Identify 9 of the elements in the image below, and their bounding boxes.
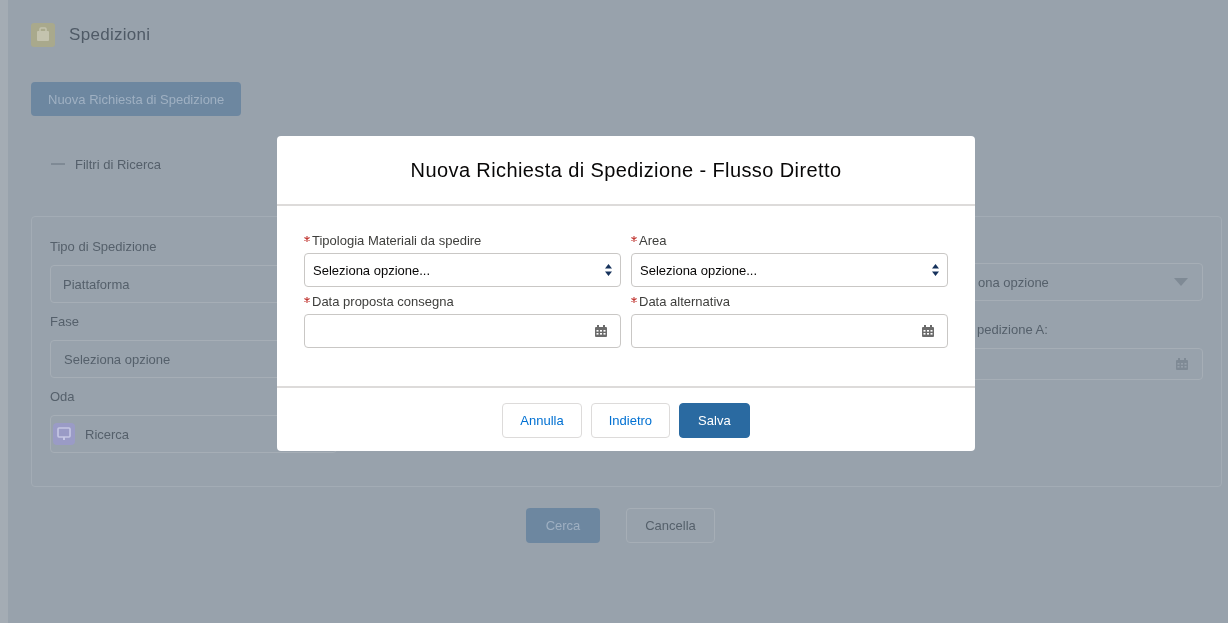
field-label: Tipologia Materiali da spedire <box>312 234 482 248</box>
field-label: pedizione A: <box>976 322 1049 338</box>
page-title: Spedizioni <box>69 25 151 45</box>
dialog-title: Nuova Richiesta di Spedizione - Flusso Diretto <box>410 158 842 182</box>
field-label: Fase <box>50 314 80 330</box>
field-label: Area <box>639 234 667 248</box>
section-label: Filtri di Ricerca <box>75 156 161 172</box>
field-label: Data alternativa <box>639 295 731 309</box>
field-label: Oda <box>50 389 76 405</box>
